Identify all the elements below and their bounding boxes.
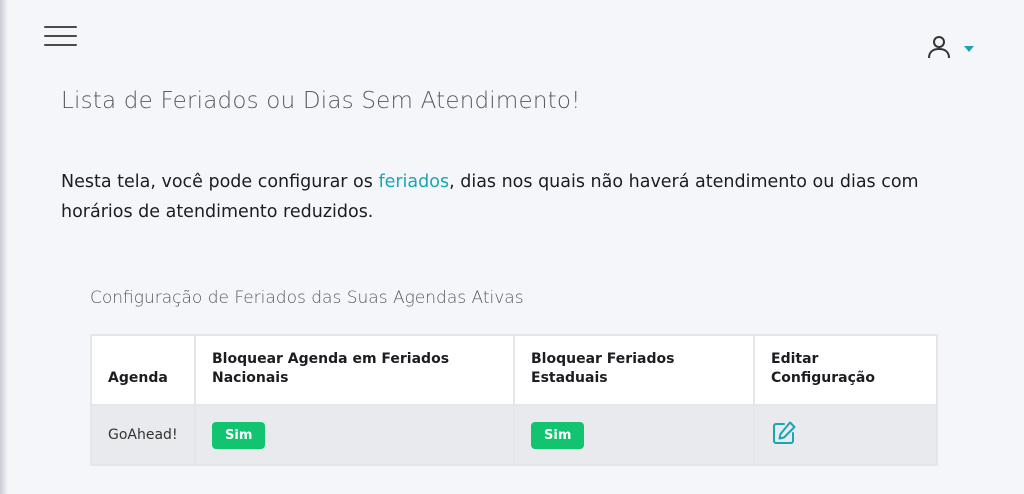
page-title: Lista de Feriados ou Dias Sem Atendiment… — [61, 88, 581, 114]
feriados-link[interactable]: feriados — [378, 172, 449, 192]
holiday-config-table: Agenda Bloquear Agenda em Feriados Nacio… — [90, 334, 938, 466]
column-header-national: Bloquear Agenda em Feriados Nacionais — [194, 334, 515, 406]
edit-cell — [753, 404, 938, 466]
state-holidays-badge[interactable]: Sim — [531, 421, 585, 449]
caret-down-icon — [964, 46, 974, 52]
user-menu-button[interactable] — [926, 34, 978, 62]
edit-icon — [773, 421, 796, 444]
table-row: GoAhead! Sim Sim — [90, 404, 938, 466]
national-holidays-badge[interactable]: Sim — [212, 421, 266, 449]
column-header-state: Bloquear Feriados Estaduais — [513, 334, 755, 406]
user-icon — [928, 36, 950, 59]
sidebar-edge-shadow — [0, 0, 8, 494]
table-header-row: Agenda Bloquear Agenda em Feriados Nacio… — [90, 334, 938, 406]
edit-button[interactable] — [771, 420, 797, 446]
section-title: Configuração de Feriados das Suas Agenda… — [90, 288, 524, 308]
intro-text: Nesta tela, você pode configurar os feri… — [61, 172, 919, 222]
hamburger-menu-icon[interactable] — [44, 26, 77, 48]
national-holidays-cell: Sim — [194, 404, 515, 466]
agenda-name-cell: GoAhead! — [90, 404, 196, 466]
column-header-edit: Editar Configuração — [753, 334, 938, 406]
column-header-agenda: Agenda — [90, 334, 196, 406]
state-holidays-cell: Sim — [513, 404, 755, 466]
